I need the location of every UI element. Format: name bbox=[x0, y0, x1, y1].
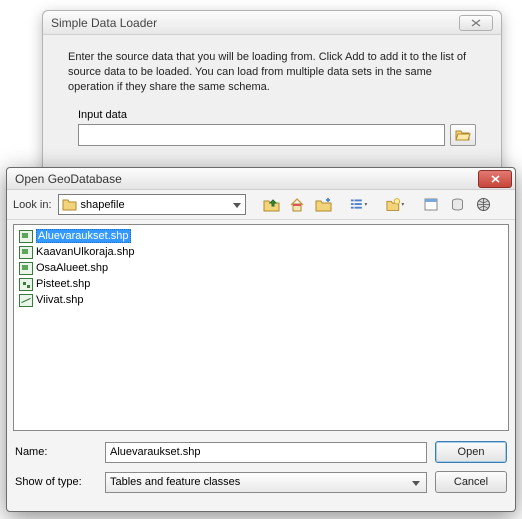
folder-connect-icon bbox=[315, 197, 332, 212]
tool-button-3[interactable] bbox=[474, 195, 494, 215]
shapefile-point-icon bbox=[19, 278, 33, 291]
lookin-dropdown[interactable]: shapefile bbox=[58, 194, 246, 215]
name-input[interactable] bbox=[105, 442, 427, 463]
file-list-pane[interactable]: Aluevaraukset.shp KaavanUlkoraja.shp OsaAl… bbox=[13, 224, 509, 431]
lookin-value: shapefile bbox=[81, 199, 125, 211]
shapefile-poly-icon bbox=[19, 246, 33, 259]
home-button[interactable] bbox=[288, 195, 308, 215]
type-dropdown[interactable]: Tables and feature classes bbox=[105, 472, 427, 493]
globe-icon bbox=[476, 197, 491, 212]
folder-up-icon bbox=[263, 197, 280, 212]
geodatabase-icon bbox=[450, 197, 465, 212]
file-item-label: Aluevaraukset.shp bbox=[36, 229, 131, 243]
shapefile-poly-icon bbox=[19, 262, 33, 275]
list-view-icon bbox=[350, 197, 370, 212]
window-icon bbox=[424, 197, 439, 212]
dialog-close-button[interactable] bbox=[478, 170, 512, 188]
dialog-titlebar: Open GeoDatabase bbox=[7, 168, 515, 190]
dialog-toolbar: Look in: shapefile bbox=[7, 190, 515, 220]
file-item[interactable]: KaavanUlkoraja.shp bbox=[17, 244, 136, 260]
type-label: Show of type: bbox=[15, 476, 97, 488]
close-icon bbox=[490, 174, 501, 184]
close-icon bbox=[470, 19, 482, 27]
wizard-instruction-text: Enter the source data that you will be l… bbox=[68, 50, 476, 95]
file-item[interactable]: Viivat.shp bbox=[17, 292, 86, 308]
view-menu-button[interactable] bbox=[350, 195, 370, 215]
shapefile-line-icon bbox=[19, 294, 33, 307]
browse-button[interactable] bbox=[450, 124, 476, 146]
new-item-button[interactable] bbox=[386, 195, 406, 215]
file-item-label: KaavanUlkoraja.shp bbox=[36, 246, 134, 258]
name-label: Name: bbox=[15, 446, 97, 458]
file-item[interactable]: OsaAlueet.shp bbox=[17, 260, 110, 276]
wizard-titlebar: Simple Data Loader bbox=[43, 11, 501, 35]
folder-icon bbox=[62, 198, 77, 211]
up-one-level-button[interactable] bbox=[262, 195, 282, 215]
wizard-body: Enter the source data that you will be l… bbox=[43, 35, 501, 161]
wizard-title: Simple Data Loader bbox=[51, 16, 459, 30]
file-item[interactable]: Aluevaraukset.shp bbox=[17, 228, 133, 244]
file-item-label: Viivat.shp bbox=[36, 294, 84, 306]
tool-button-1[interactable] bbox=[422, 195, 442, 215]
file-item-label: Pisteet.shp bbox=[36, 278, 90, 290]
new-folder-icon bbox=[386, 197, 406, 212]
open-button[interactable]: Open bbox=[435, 441, 507, 463]
dialog-bottom-panel: Name: Open Show of type: Tables and feat… bbox=[7, 435, 515, 511]
connect-folder-button[interactable] bbox=[314, 195, 334, 215]
type-value: Tables and feature classes bbox=[110, 476, 240, 488]
input-data-field[interactable] bbox=[78, 124, 445, 146]
home-icon bbox=[289, 197, 306, 212]
open-geodatabase-dialog: Open GeoDatabase Look in: shapefile bbox=[6, 167, 516, 512]
folder-open-icon bbox=[455, 128, 471, 141]
tool-button-2[interactable] bbox=[448, 195, 468, 215]
shapefile-poly-icon bbox=[19, 230, 33, 243]
input-data-label: Input data bbox=[78, 109, 476, 121]
wizard-close-button[interactable] bbox=[459, 15, 493, 31]
cancel-button[interactable]: Cancel bbox=[435, 471, 507, 493]
file-item[interactable]: Pisteet.shp bbox=[17, 276, 92, 292]
lookin-label: Look in: bbox=[13, 199, 52, 211]
dialog-title: Open GeoDatabase bbox=[7, 172, 478, 186]
file-item-label: OsaAlueet.shp bbox=[36, 262, 108, 274]
